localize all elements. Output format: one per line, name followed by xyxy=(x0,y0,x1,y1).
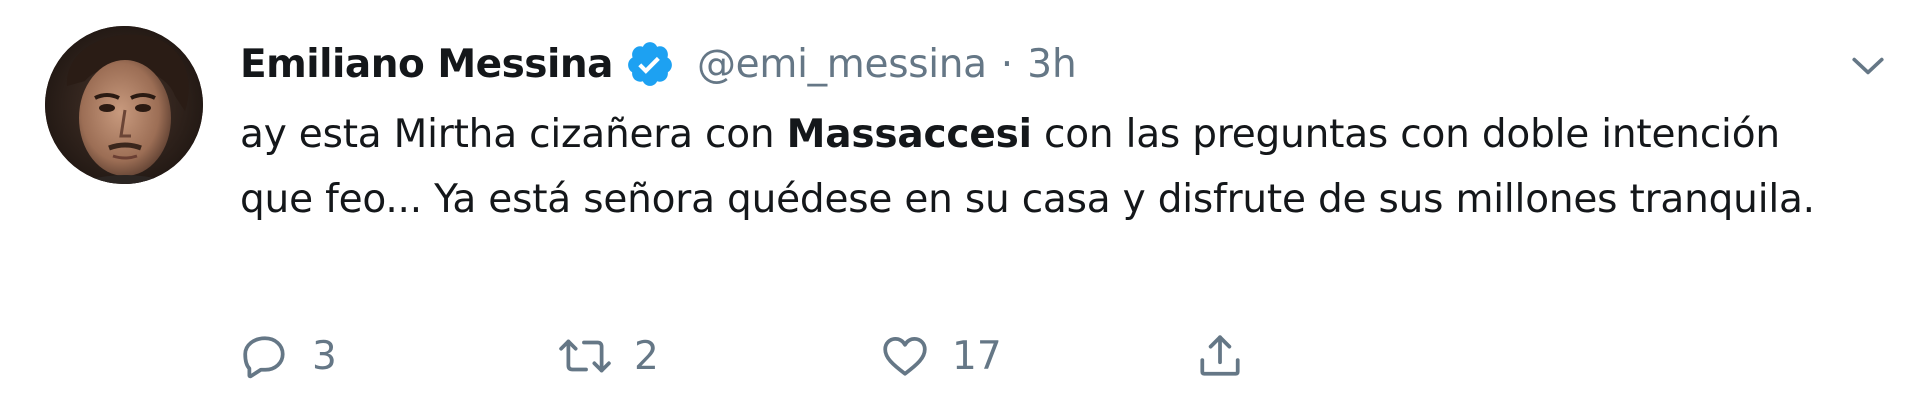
chevron-down-icon[interactable] xyxy=(1846,44,1890,88)
reply-icon xyxy=(243,336,285,379)
mention-link[interactable]: Massaccesi xyxy=(787,112,1032,157)
reply-button[interactable]: 3 xyxy=(240,326,337,386)
reply-count: 3 xyxy=(312,333,337,379)
retweet-count: 2 xyxy=(634,333,659,379)
tweet-header: Emiliano Messina @emi_messina · 3h xyxy=(240,36,1077,92)
tweet-text: ay esta Mirtha cizañera con Massaccesi c… xyxy=(240,102,1860,232)
avatar[interactable] xyxy=(45,26,203,184)
share-icon xyxy=(1200,335,1240,376)
retweet-icon xyxy=(559,339,611,373)
heart-icon xyxy=(883,337,927,376)
tweet-card[interactable]: Emiliano Messina @emi_messina · 3h ay es… xyxy=(0,0,1920,407)
retweet-button[interactable]: 2 xyxy=(558,326,659,386)
tweet-actions: 3 2 17 xyxy=(240,326,1290,386)
separator-dot: · xyxy=(1000,41,1014,87)
like-button[interactable]: 17 xyxy=(880,326,1002,386)
tweet-timestamp[interactable]: 3h xyxy=(1027,42,1077,87)
verified-badge-icon xyxy=(625,39,675,89)
tweet-text-before: ay esta Mirtha cizañera con xyxy=(240,112,787,157)
display-name[interactable]: Emiliano Messina xyxy=(240,42,613,87)
avatar-image xyxy=(45,26,203,184)
user-handle[interactable]: @emi_messina xyxy=(697,42,987,87)
share-button[interactable] xyxy=(1195,326,1245,386)
like-count: 17 xyxy=(952,333,1002,379)
